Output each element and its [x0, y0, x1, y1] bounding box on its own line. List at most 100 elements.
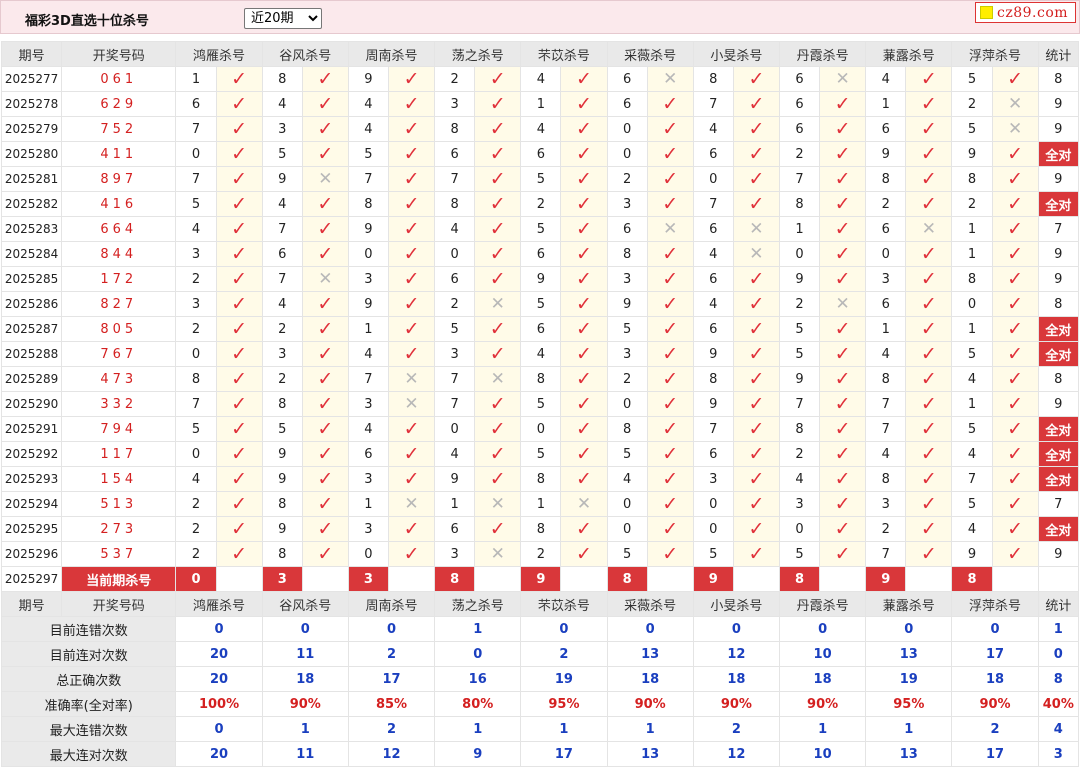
- header-expert[interactable]: 蒹露杀号: [865, 41, 953, 67]
- all-correct-badge: 全对: [1037, 316, 1080, 342]
- kill-number: 4: [434, 441, 476, 467]
- kill-number: 8: [520, 516, 562, 542]
- hit-cell: ✓: [301, 491, 349, 517]
- hit-cell: ✓: [387, 341, 436, 367]
- kill-number: 6: [865, 116, 907, 142]
- kill-number: 3: [606, 266, 648, 292]
- hit-cell: ✓: [474, 416, 522, 442]
- hit-cell: ✓: [991, 441, 1039, 467]
- hit-cell: ✓: [732, 541, 780, 567]
- draw-number: 411: [61, 141, 177, 167]
- current-empty-cell: [991, 566, 1039, 592]
- check-mark-icon: ✓: [231, 217, 248, 240]
- check-mark-icon: ✓: [317, 117, 334, 140]
- issue-number: 2025279: [0, 116, 63, 142]
- all-correct-badge: 全对: [1037, 191, 1080, 217]
- check-mark-icon: ✓: [920, 317, 937, 340]
- hit-cell: ✓: [991, 241, 1039, 267]
- check-mark-icon: ✓: [231, 342, 248, 365]
- hit-cell: ✓: [646, 316, 694, 342]
- draw-number: 332: [61, 391, 177, 417]
- header-expert[interactable]: 采薇杀号: [606, 591, 694, 617]
- check-mark-icon: ✓: [403, 217, 420, 240]
- check-mark-icon: ✓: [317, 467, 334, 490]
- kill-number: 7: [865, 391, 907, 417]
- table-row: 2025281 897 7 ✓ 9 ✕ 7 ✓ 7 ✓ 5 ✓ 2 ✓ 0 ✓ 7 ✓ 8 ✓ 8 ✓ 9: [0, 166, 1080, 192]
- header-expert[interactable]: 浮萍杀号: [951, 591, 1039, 617]
- summary-value: 13: [606, 741, 694, 767]
- header-expert[interactable]: 芣苡杀号: [520, 41, 608, 67]
- header-expert[interactable]: 采薇杀号: [606, 41, 694, 67]
- hit-cell: ✓: [387, 191, 436, 217]
- period-select[interactable]: 近20期: [244, 8, 322, 29]
- miss-cell: ✕: [387, 491, 436, 517]
- site-logo[interactable]: cz89.com: [975, 2, 1076, 23]
- kill-number: 8: [865, 466, 907, 492]
- header-expert[interactable]: 鸿雁杀号: [175, 41, 263, 67]
- header-expert[interactable]: 荡之杀号: [434, 591, 522, 617]
- current-kill-number: 8: [951, 566, 993, 592]
- check-mark-icon: ✓: [1007, 267, 1024, 290]
- header-expert[interactable]: 鸿雁杀号: [175, 591, 263, 617]
- check-mark-icon: ✓: [1007, 467, 1024, 490]
- current-kill-number: 9: [520, 566, 562, 592]
- draw-number: 897: [61, 166, 177, 192]
- check-mark-icon: ✓: [920, 342, 937, 365]
- hit-cell: ✓: [215, 316, 263, 342]
- header-expert[interactable]: 蒹露杀号: [865, 591, 953, 617]
- check-mark-icon: ✓: [576, 117, 592, 140]
- header-expert[interactable]: 谷风杀号: [261, 41, 349, 67]
- kill-number: 1: [520, 491, 562, 517]
- header-expert[interactable]: 周南杀号: [347, 591, 436, 617]
- header-expert[interactable]: 小旻杀号: [692, 591, 780, 617]
- hit-cell: ✓: [991, 366, 1039, 392]
- kill-number: 0: [434, 416, 476, 442]
- check-mark-icon: ✓: [576, 92, 592, 115]
- kill-number: 5: [261, 141, 303, 167]
- header-expert[interactable]: 小旻杀号: [692, 41, 780, 67]
- header-expert[interactable]: 丹霞杀号: [778, 41, 867, 67]
- check-mark-icon: ✓: [489, 117, 506, 140]
- kill-number: 2: [175, 316, 217, 342]
- hit-cell: ✓: [646, 166, 694, 192]
- kill-number: 9: [434, 466, 476, 492]
- check-mark-icon: ✓: [920, 392, 937, 415]
- kill-number: 8: [434, 116, 476, 142]
- kill-number: 3: [606, 341, 648, 367]
- check-mark-icon: ✓: [403, 317, 420, 340]
- hit-cell: ✓: [905, 66, 953, 92]
- kill-number: 0: [692, 166, 734, 192]
- cross-mark-icon: ✕: [490, 293, 505, 314]
- check-mark-icon: ✓: [1007, 367, 1024, 390]
- check-mark-icon: ✓: [317, 317, 334, 340]
- miss-cell: ✕: [474, 541, 522, 567]
- header-expert[interactable]: 荡之杀号: [434, 41, 522, 67]
- check-mark-icon: ✓: [489, 392, 506, 415]
- check-mark-icon: ✓: [662, 242, 679, 265]
- summary-row: 准确率(全对率) 100% 90% 85% 80% 95% 90% 90% 90% 95% 90% 4…: [0, 691, 1080, 717]
- hit-cell: ✓: [732, 116, 780, 142]
- check-mark-icon: ✓: [231, 317, 248, 340]
- header-expert[interactable]: 周南杀号: [347, 41, 436, 67]
- current-empty-cell: [387, 566, 436, 592]
- kill-number: 2: [778, 441, 821, 467]
- kill-number: 0: [434, 241, 476, 267]
- check-mark-icon: ✓: [662, 92, 679, 115]
- hit-cell: ✓: [474, 266, 522, 292]
- header-expert[interactable]: 谷风杀号: [261, 591, 349, 617]
- current-empty-cell: [560, 566, 608, 592]
- current-kill-number: 8: [606, 566, 648, 592]
- summary-row: 总正确次数 20 18 17 16 19 18 18 18 19 18 8: [0, 666, 1080, 692]
- summary-value: 80%: [434, 691, 522, 717]
- hit-cell: ✓: [732, 391, 780, 417]
- check-mark-icon: ✓: [920, 517, 937, 540]
- header-expert[interactable]: 丹霞杀号: [778, 591, 867, 617]
- check-mark-icon: ✓: [317, 492, 334, 515]
- kill-number: 2: [434, 66, 476, 92]
- kill-number: 2: [778, 291, 821, 317]
- header-expert[interactable]: 芣苡杀号: [520, 591, 608, 617]
- check-mark-icon: ✓: [489, 442, 506, 465]
- hit-cell: ✓: [905, 266, 953, 292]
- header-expert[interactable]: 浮萍杀号: [951, 41, 1039, 67]
- hit-cell: ✓: [819, 416, 867, 442]
